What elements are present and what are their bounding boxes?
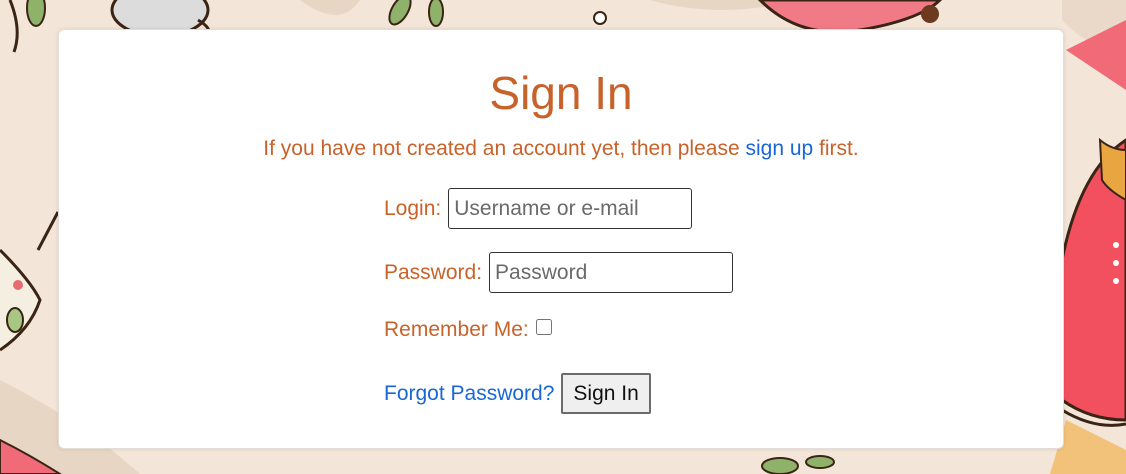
signup-prompt: If you have not created an account yet, …: [59, 135, 1063, 163]
page-title: Sign In: [489, 67, 633, 119]
remember-me-label: Remember Me:: [384, 318, 529, 341]
remember-me-checkbox[interactable]: [535, 319, 552, 335]
actions-row: Forgot Password? Sign In: [384, 373, 651, 414]
sign-in-card: Sign In If you have not created an accou…: [58, 29, 1064, 449]
signup-prompt-text: If you have not created an account yet, …: [263, 137, 746, 160]
sign-in-button[interactable]: Sign In: [561, 373, 651, 414]
password-label: Password:: [384, 260, 483, 284]
forgot-password-link[interactable]: Forgot Password?: [384, 382, 554, 406]
password-row: Password:: [384, 252, 734, 293]
signup-prompt-suffix: first.: [813, 137, 859, 160]
login-row: Login:: [384, 188, 693, 229]
login-input[interactable]: [448, 188, 693, 229]
remember-me-row: Remember Me:: [384, 318, 552, 342]
login-label: Login:: [384, 196, 442, 220]
password-input[interactable]: [489, 252, 734, 293]
sign-up-link[interactable]: sign up: [745, 137, 813, 160]
